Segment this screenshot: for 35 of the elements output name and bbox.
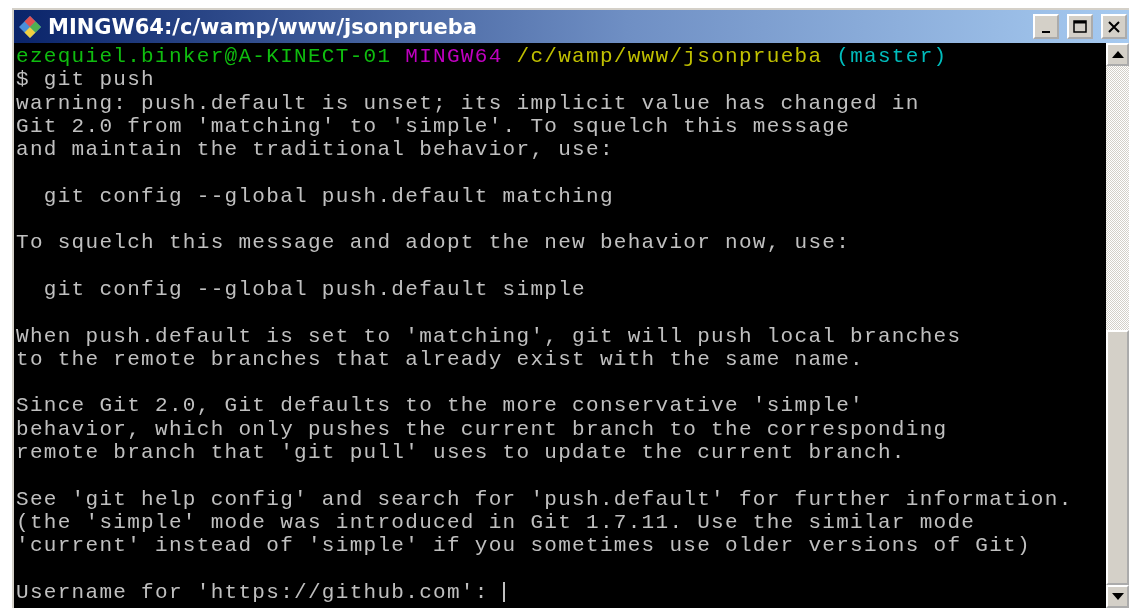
output-line: git config --global push.default simple bbox=[42, 277, 587, 302]
output-line: and maintain the traditional behavior, use: bbox=[16, 138, 615, 162]
maximize-button[interactable] bbox=[1067, 14, 1093, 39]
up-arrow-icon bbox=[1111, 51, 1124, 58]
output-line: To squelch this message and adopt the new behavior now, use: bbox=[16, 231, 852, 255]
minimize-button[interactable] bbox=[1033, 14, 1059, 39]
output-line: warning: push.default is unset; its implicit value has changed in bbox=[16, 91, 921, 115]
output-line: git config --global push.default matching bbox=[42, 184, 615, 209]
output-line: behavior, which only pushes the current branch to the corresponding bbox=[16, 417, 949, 442]
output-line: remote branch that 'git pull' uses to update the current branch. bbox=[16, 441, 907, 465]
down-arrow-icon bbox=[1111, 593, 1124, 600]
app-logo-icon bbox=[18, 14, 42, 39]
minimize-icon bbox=[1042, 30, 1050, 33]
output-line: (the 'simple' mode was introduced in Git 1.7.11. Use the similar mode bbox=[16, 510, 977, 535]
input-prompt: Username for 'https://github.com': bbox=[16, 580, 490, 604]
prompt-text: /c/wamp/www/jsonprueba bbox=[516, 45, 823, 68]
scroll-up-button[interactable] bbox=[1106, 43, 1129, 66]
close-icon bbox=[1107, 19, 1121, 34]
output-line: Since Git 2.0, Git defaults to the more conservative 'simple' bbox=[16, 394, 866, 418]
maximize-icon bbox=[1073, 19, 1087, 34]
scroll-thumb[interactable] bbox=[1106, 330, 1129, 585]
scrollbar[interactable] bbox=[1106, 43, 1129, 608]
prompt-text: (master) bbox=[836, 45, 948, 68]
command-line: $ git push bbox=[16, 68, 157, 92]
window-title: MINGW64:/c/wamp/www/jsonprueba bbox=[48, 14, 478, 39]
prompt-text: ezequiel.binker@A-KINECT-01 bbox=[16, 45, 392, 68]
output-line: When push.default is set to 'matching', git will push local branches bbox=[16, 324, 963, 348]
output-line: Git 2.0 from 'matching' to 'simple'. To squelch this message bbox=[16, 114, 852, 139]
output-line: See 'git help config' and search for 'push.default' for further information. bbox=[16, 487, 1074, 511]
output-line: 'current' instead of 'simple' if you sometimes use older versions of Git) bbox=[16, 534, 1032, 558]
text-cursor bbox=[502, 582, 505, 603]
prompt-text: MINGW64 bbox=[405, 45, 503, 68]
output-line: to the remote branches that already exist with the same name. bbox=[16, 347, 866, 372]
close-button[interactable] bbox=[1101, 14, 1127, 39]
scroll-down-button[interactable] bbox=[1106, 585, 1129, 608]
